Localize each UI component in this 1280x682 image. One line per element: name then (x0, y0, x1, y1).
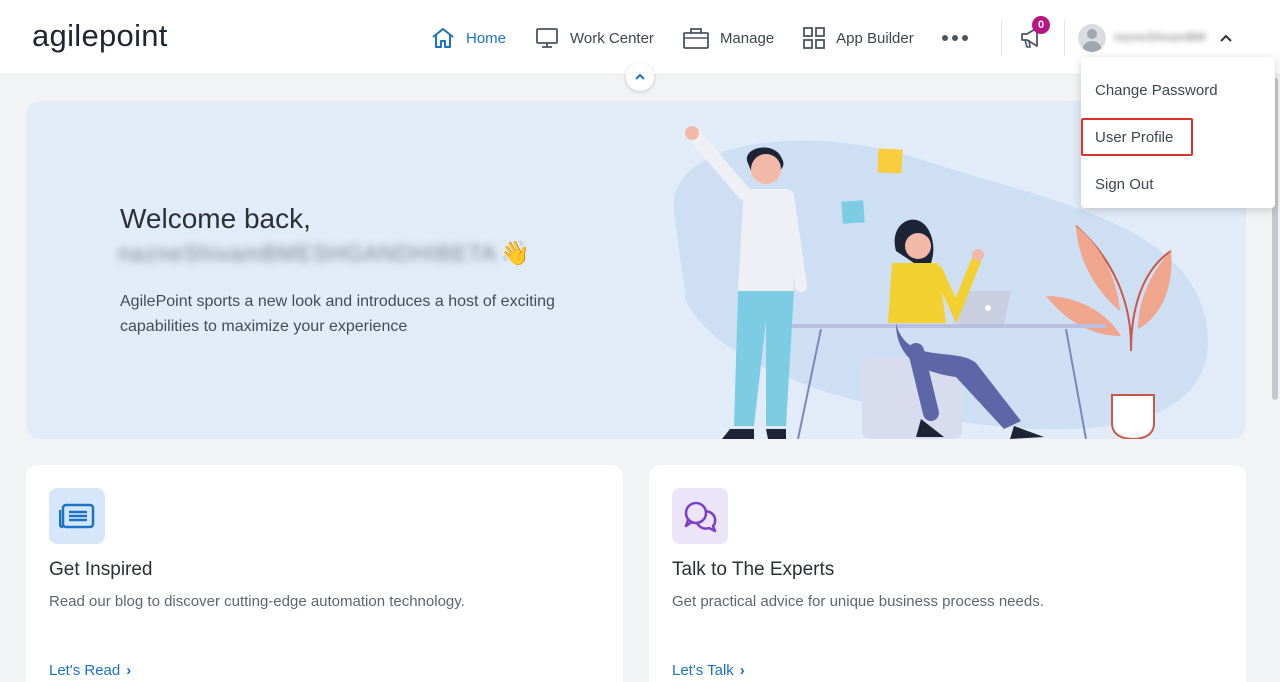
newspaper-icon (49, 488, 105, 544)
collapse-header-button[interactable] (626, 63, 654, 91)
divider (1064, 20, 1065, 56)
notification-button[interactable]: 0 (1018, 16, 1050, 54)
menu-item-sign-out[interactable]: Sign Out (1095, 176, 1153, 193)
nav-manage[interactable]: Manage (682, 22, 774, 54)
nav-app-builder-label: App Builder (836, 29, 914, 47)
user-menu-dropdown: Change Password User Profile Sign Out (1081, 57, 1275, 208)
notification-badge: 0 (1032, 16, 1050, 34)
nav-home-label: Home (466, 29, 507, 47)
nav-manage-label: Manage (719, 29, 775, 47)
lets-read-link[interactable]: Let's Read › (49, 662, 131, 679)
nav-work-center-label: Work Center (570, 29, 654, 47)
card-description: Read our blog to discover cutting-edge a… (49, 593, 465, 610)
avatar[interactable] (1078, 24, 1106, 52)
nav-home[interactable]: Home (430, 22, 506, 54)
card-talk-to-experts: Talk to The Experts Get practical advice… (649, 465, 1246, 682)
card-title: Get Inspired (49, 559, 153, 580)
divider (1001, 20, 1002, 56)
chevron-up-icon[interactable] (1216, 28, 1236, 48)
chat-bubbles-icon (672, 488, 728, 544)
wave-emoji: 👋 (500, 240, 530, 267)
welcome-heading: Welcome back, (120, 203, 311, 234)
welcome-intro-text: AgilePoint sports a new look and introdu… (120, 293, 555, 335)
briefcase-icon (683, 28, 709, 49)
nav-app-builder[interactable]: App Builder (802, 22, 914, 54)
agilepoint-logo[interactable]: agilepoint (32, 16, 184, 56)
lets-talk-link[interactable]: Let's Talk › (672, 662, 745, 679)
user-name[interactable]: nazneShivamBMENHG (1114, 30, 1206, 46)
chevron-right-icon: › (126, 662, 132, 679)
card-description: Get practical advice for unique business… (672, 593, 1044, 610)
chevron-right-icon: › (739, 662, 745, 679)
welcome-user-name: nazneShivamBMESHGANDHIBETA (118, 241, 497, 266)
chevron-up-icon (635, 73, 645, 80)
more-dots-icon[interactable] (941, 22, 968, 54)
menu-item-change-password[interactable]: Change Password (1095, 82, 1218, 99)
monitor-icon (536, 28, 558, 48)
nav-work-center[interactable]: Work Center (534, 22, 654, 54)
card-title: Talk to The Experts (672, 559, 835, 580)
grid-icon (803, 27, 826, 49)
welcome-banner: Welcome back, nazneShivamBMESHGANDHIBETA… (26, 101, 1246, 439)
main-nav: Home Work Center Manage App Builder (430, 22, 968, 54)
home-icon (432, 28, 454, 48)
logo-text: agilepoint (32, 18, 168, 53)
card-get-inspired: Get Inspired Read our blog to discover c… (26, 465, 623, 682)
menu-item-user-profile[interactable]: User Profile (1095, 129, 1173, 146)
